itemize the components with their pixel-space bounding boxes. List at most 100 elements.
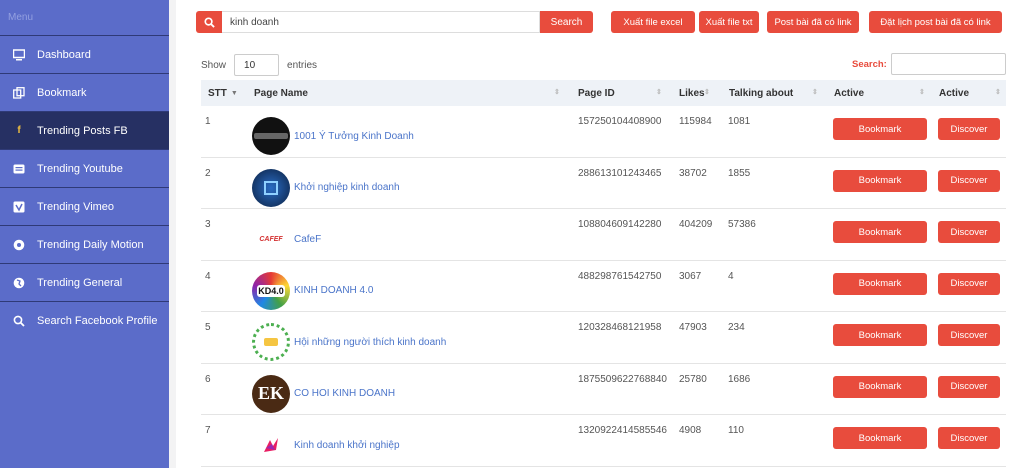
row-likes: 115984 xyxy=(679,116,712,127)
discover-button[interactable]: Discover xyxy=(938,427,1000,449)
header-page-name[interactable]: Page Name xyxy=(254,80,308,106)
export-txt-button[interactable]: Xuất file txt xyxy=(699,11,759,33)
sidebar-item-trending-daily-motion[interactable]: Trending Daily Motion xyxy=(0,225,169,263)
table-row: 1 1001 Ý Tưởng Kinh Doanh 15725010440890… xyxy=(201,106,1006,158)
page-name-cell: Khởi nghiệp kinh doanh xyxy=(252,168,400,207)
header-active-1[interactable]: Active xyxy=(834,80,864,106)
sidebar-item-search-facebook-profile[interactable]: Search Facebook Profile xyxy=(0,301,169,339)
header-talking-about[interactable]: Talking about xyxy=(729,80,793,106)
globe-icon xyxy=(13,277,25,289)
page-name-link[interactable]: CafeF xyxy=(294,234,321,245)
table-search-input[interactable] xyxy=(891,53,1006,75)
main-content: Search Xuất file excel Xuất file txt Pos… xyxy=(176,0,1024,468)
sort-icon: ⇕ xyxy=(919,89,925,96)
page-name-link[interactable]: KINH DOANH 4.0 xyxy=(294,285,373,296)
sidebar-item-trending-posts-fb[interactable]: f Trending Posts FB xyxy=(0,111,169,149)
export-excel-button[interactable]: Xuất file excel xyxy=(611,11,695,33)
page-name-link[interactable]: Khởi nghiệp kinh doanh xyxy=(294,182,400,193)
keyword-search-input[interactable] xyxy=(222,11,540,33)
header-likes[interactable]: Likes xyxy=(679,80,705,106)
search-icon xyxy=(196,11,222,33)
sidebar-item-trending-general[interactable]: Trending General xyxy=(0,263,169,301)
row-page-id: 288613101243465 xyxy=(578,167,662,179)
row-stt: 5 xyxy=(205,322,211,333)
row-page-id: 108804609142280 xyxy=(578,219,662,230)
header-page-id[interactable]: Page ID xyxy=(578,80,615,106)
page-name-link[interactable]: Kinh doanh khởi nghiệp xyxy=(294,440,400,451)
row-page-id: 157250104408900 xyxy=(578,116,662,127)
vimeo-icon xyxy=(13,201,25,213)
page-name-link[interactable]: CO HOI KINH DOANH xyxy=(294,388,395,399)
discover-button[interactable]: Discover xyxy=(938,375,1000,398)
row-likes: 38702 xyxy=(679,167,707,179)
pages-table: STT ▼ Page Name ⇕ Page ID ⇕ Likes ⇕ Talki… xyxy=(201,80,1006,467)
post-link-button[interactable]: Post bài đã có link xyxy=(767,11,859,33)
page-name-cell: Hội những người thích kinh doanh xyxy=(252,323,446,361)
search-icon xyxy=(13,315,25,327)
row-talking-about: 57386 xyxy=(728,219,756,230)
discover-button[interactable]: Discover xyxy=(938,118,1000,140)
row-likes: 404209 xyxy=(679,219,713,230)
page-avatar: EK xyxy=(252,374,290,413)
page-avatar xyxy=(252,117,290,155)
row-stt: 4 xyxy=(205,270,211,282)
schedule-post-button[interactable]: Đặt lịch post bài đã có link xyxy=(869,11,1002,33)
page-avatar xyxy=(252,168,290,207)
header-active-2[interactable]: Active xyxy=(939,80,969,106)
sort-icon: ⇕ xyxy=(995,89,1001,96)
table-row: 4 KD4.0 KINH DOANH 4.0 488298761542750 3… xyxy=(201,261,1006,312)
entries-label: entries xyxy=(287,59,318,71)
bookmark-button[interactable]: Bookmark xyxy=(833,375,927,398)
table-row: 7 Kinh doanh khởi nghiệp 132092241458554… xyxy=(201,415,1006,467)
row-talking-about: 4 xyxy=(728,270,734,282)
sidebar-item-dashboard[interactable]: Dashboard xyxy=(0,35,169,73)
header-stt[interactable]: STT ▼ xyxy=(208,80,238,106)
row-stt: 6 xyxy=(205,373,211,385)
sidebar-item-label: Search Facebook Profile xyxy=(37,314,158,327)
discover-button[interactable]: Discover xyxy=(938,169,1000,192)
bookmark-button[interactable]: Bookmark xyxy=(833,272,927,295)
sidebar-item-bookmark[interactable]: Bookmark xyxy=(0,73,169,111)
discover-button[interactable]: Discover xyxy=(938,221,1000,243)
row-stt: 2 xyxy=(205,167,211,179)
page-name-cell: EK CO HOI KINH DOANH xyxy=(252,374,395,413)
table-search-label: Search: xyxy=(852,59,887,70)
row-page-id: 1875509622768840 xyxy=(578,373,667,385)
page-avatar xyxy=(252,426,290,464)
sidebar-item-trending-youtube[interactable]: Trending Youtube xyxy=(0,149,169,187)
discover-button[interactable]: Discover xyxy=(938,272,1000,295)
page-name-link[interactable]: Hội những người thích kinh doanh xyxy=(294,337,446,348)
table-row: 2 Khởi nghiệp kinh doanh 288613101243465… xyxy=(201,158,1006,209)
row-talking-about: 234 xyxy=(728,322,745,333)
row-likes: 25780 xyxy=(679,373,707,385)
row-likes: 3067 xyxy=(679,270,702,282)
bookmark-button[interactable]: Bookmark xyxy=(833,169,927,192)
row-stt: 3 xyxy=(205,219,211,230)
sidebar-item-label: Trending Daily Motion xyxy=(37,238,144,251)
page-avatar: CAFEF xyxy=(252,220,290,258)
sidebar-item-label: Trending Vimeo xyxy=(37,200,115,213)
sort-desc-icon: ▼ xyxy=(230,89,238,97)
page-avatar: KD4.0 xyxy=(252,271,290,310)
search-button[interactable]: Search xyxy=(540,11,593,33)
bookmark-button[interactable]: Bookmark xyxy=(833,324,927,346)
page-avatar xyxy=(252,323,290,361)
copy-icon xyxy=(13,86,25,99)
discover-button[interactable]: Discover xyxy=(938,324,1000,346)
row-talking-about: 1686 xyxy=(728,373,751,385)
bookmark-button[interactable]: Bookmark xyxy=(833,118,927,140)
row-likes: 47903 xyxy=(679,322,707,333)
bookmark-button[interactable]: Bookmark xyxy=(833,427,927,449)
show-label: Show xyxy=(201,59,227,71)
page-name-cell: CAFEF CafeF xyxy=(252,220,321,258)
page-name-link[interactable]: 1001 Ý Tưởng Kinh Doanh xyxy=(294,131,414,142)
sort-icon: ⇕ xyxy=(812,89,818,96)
entries-select[interactable]: 10 xyxy=(234,54,280,76)
row-talking-about: 110 xyxy=(728,425,744,436)
sidebar-item-trending-vimeo[interactable]: Trending Vimeo xyxy=(0,187,169,225)
monitor-icon xyxy=(13,48,25,61)
facebook-icon: f xyxy=(17,125,21,136)
sort-icon: ⇕ xyxy=(704,89,710,96)
row-talking-about: 1081 xyxy=(728,116,751,127)
bookmark-button[interactable]: Bookmark xyxy=(833,221,927,243)
